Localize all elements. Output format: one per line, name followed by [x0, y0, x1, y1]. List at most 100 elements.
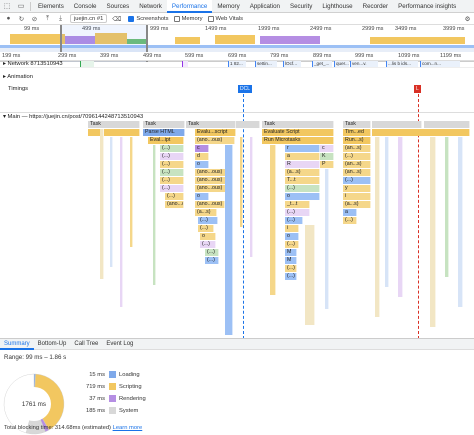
thin-call-stack[interactable]: [130, 137, 133, 247]
thin-call-stack[interactable]: [375, 137, 380, 317]
run-microtasks-block[interactable]: Run Microtasks: [262, 137, 334, 144]
call-block[interactable]: _t...t: [285, 201, 310, 208]
tab-lighthouse[interactable]: Lighthouse: [317, 0, 357, 13]
network-request[interactable]: _get_...: [312, 61, 332, 67]
network-request[interactable]: com...n...: [420, 61, 460, 67]
tab-performance[interactable]: Performance: [166, 0, 213, 13]
thin-call-stack[interactable]: [305, 225, 315, 325]
timings-track-header[interactable]: Timings: [8, 86, 28, 92]
call-block[interactable]: (...): [200, 241, 216, 248]
call-block[interactable]: (...): [285, 209, 310, 216]
thin-call-stack[interactable]: [430, 137, 436, 327]
thin-call-stack[interactable]: [270, 145, 276, 295]
script-block[interactable]: [372, 129, 470, 136]
script-block[interactable]: [88, 129, 140, 136]
thin-call-stack[interactable]: [120, 137, 123, 307]
call-block[interactable]: o: [200, 233, 216, 240]
anonymous-fn-block[interactable]: (an...s): [343, 161, 371, 168]
call-block[interactable]: (...): [205, 257, 219, 264]
call-block[interactable]: (...): [198, 217, 218, 224]
thin-call-stack[interactable]: [445, 137, 449, 277]
memory-checkbox[interactable]: Memory: [173, 15, 203, 22]
call-block[interactable]: M: [285, 257, 297, 264]
call-block[interactable]: (...): [285, 185, 320, 192]
call-block[interactable]: (...): [285, 273, 297, 280]
thin-call-stack[interactable]: [458, 137, 463, 307]
call-block[interactable]: (...): [165, 193, 184, 200]
call-block[interactable]: c: [320, 145, 334, 152]
thin-call-stack[interactable]: [225, 145, 233, 335]
network-track[interactable]: ▸ Network 8713510943 1 82... settin... l…: [0, 60, 474, 68]
call-block[interactable]: d: [195, 153, 209, 160]
thin-call-stack[interactable]: [325, 169, 329, 309]
network-request[interactable]: [182, 61, 188, 67]
call-block[interactable]: P: [320, 161, 334, 168]
call-block[interactable]: (...): [343, 217, 357, 224]
clear-icon[interactable]: ⊘: [28, 13, 41, 25]
task-block[interactable]: Task: [186, 121, 236, 128]
profile-select[interactable]: juejin.cn #1: [70, 14, 108, 23]
main-thread-flame-chart[interactable]: Task Task Task Task Task Parse HTML Eval…: [0, 121, 474, 337]
delete-profile-icon[interactable]: ⌫: [110, 13, 123, 25]
anonymous-fn-block[interactable]: (a...s): [343, 201, 371, 208]
anonymous-fn-block[interactable]: (ano...ous): [165, 201, 184, 208]
call-block[interactable]: (...): [198, 225, 214, 232]
network-request[interactable]: ven...v.: [350, 61, 378, 67]
network-request[interactable]: [80, 61, 94, 67]
dcl-marker[interactable]: DCL: [238, 85, 253, 93]
call-block[interactable]: i: [285, 225, 299, 232]
call-block[interactable]: o: [195, 161, 209, 168]
network-track-header[interactable]: ▸ Network 8713510943: [3, 61, 63, 67]
tab-event-log[interactable]: Event Log: [102, 338, 137, 350]
anonymous-fn-block[interactable]: (an...s): [343, 169, 371, 176]
call-block[interactable]: T...t: [285, 177, 320, 184]
task-block[interactable]: Task: [88, 121, 140, 128]
call-block[interactable]: o: [285, 193, 320, 200]
call-block[interactable]: K: [320, 153, 334, 160]
call-block[interactable]: (...): [343, 177, 371, 184]
tab-call-tree[interactable]: Call Tree: [70, 338, 102, 350]
anonymous-fn-block[interactable]: (ano...ous): [195, 201, 225, 208]
thin-call-stack[interactable]: [240, 137, 243, 227]
call-block[interactable]: (...): [285, 217, 303, 224]
evaluate-script-block[interactable]: Eval...ipt: [148, 137, 184, 144]
main-thread-track-header[interactable]: ▾ Main — https://juejin.cn/post/70961442…: [0, 112, 474, 120]
call-block[interactable]: (...): [285, 265, 297, 272]
tab-summary[interactable]: Summary: [0, 338, 34, 350]
tab-sources[interactable]: Sources: [102, 0, 135, 13]
anonymous-fn-block[interactable]: (ano...ous): [195, 137, 235, 144]
anonymous-fn-block[interactable]: (a...s): [195, 209, 217, 216]
anonymous-fn-block[interactable]: (a...s): [285, 169, 320, 176]
call-block[interactable]: o: [285, 233, 299, 240]
task-block[interactable]: Task: [343, 121, 371, 128]
thin-call-stack[interactable]: [110, 137, 113, 267]
learn-more-link[interactable]: Learn more: [113, 425, 143, 431]
call-block[interactable]: (...): [160, 153, 184, 160]
animation-track-header[interactable]: ▸ Animation: [3, 74, 33, 80]
screenshots-checkbox[interactable]: Screenshots: [128, 15, 169, 22]
tab-console[interactable]: Console: [69, 0, 102, 13]
call-block[interactable]: (...): [160, 185, 184, 192]
thin-call-stack[interactable]: [398, 137, 403, 297]
task-block[interactable]: Task: [143, 121, 185, 128]
thin-call-stack[interactable]: [250, 137, 253, 257]
thin-call-stack[interactable]: [100, 129, 104, 279]
network-request[interactable]: quer...: [334, 61, 349, 67]
call-block[interactable]: a: [285, 153, 320, 160]
network-request[interactable]: ...lis b ids...: [386, 61, 418, 67]
call-block[interactable]: (...): [285, 241, 299, 248]
thin-call-stack[interactable]: [153, 145, 156, 285]
call-block[interactable]: c: [195, 145, 209, 152]
tab-security[interactable]: Security: [285, 0, 317, 13]
tab-bottom-up[interactable]: Bottom-Up: [34, 338, 71, 350]
network-request[interactable]: settin...: [255, 61, 277, 67]
tab-recorder[interactable]: Recorder: [358, 0, 393, 13]
web-vitals-checkbox[interactable]: Web Vitals: [207, 15, 243, 22]
call-block[interactable]: (...): [205, 249, 219, 256]
upload-icon[interactable]: ⤒: [41, 13, 54, 25]
run-microtasks-block[interactable]: Run...s): [343, 137, 371, 144]
thin-call-stack[interactable]: [385, 137, 389, 287]
evaluate-script-block[interactable]: Evalu...script: [195, 129, 236, 136]
load-marker[interactable]: L: [414, 85, 421, 93]
inspect-element-icon[interactable]: ⬚: [0, 0, 14, 13]
